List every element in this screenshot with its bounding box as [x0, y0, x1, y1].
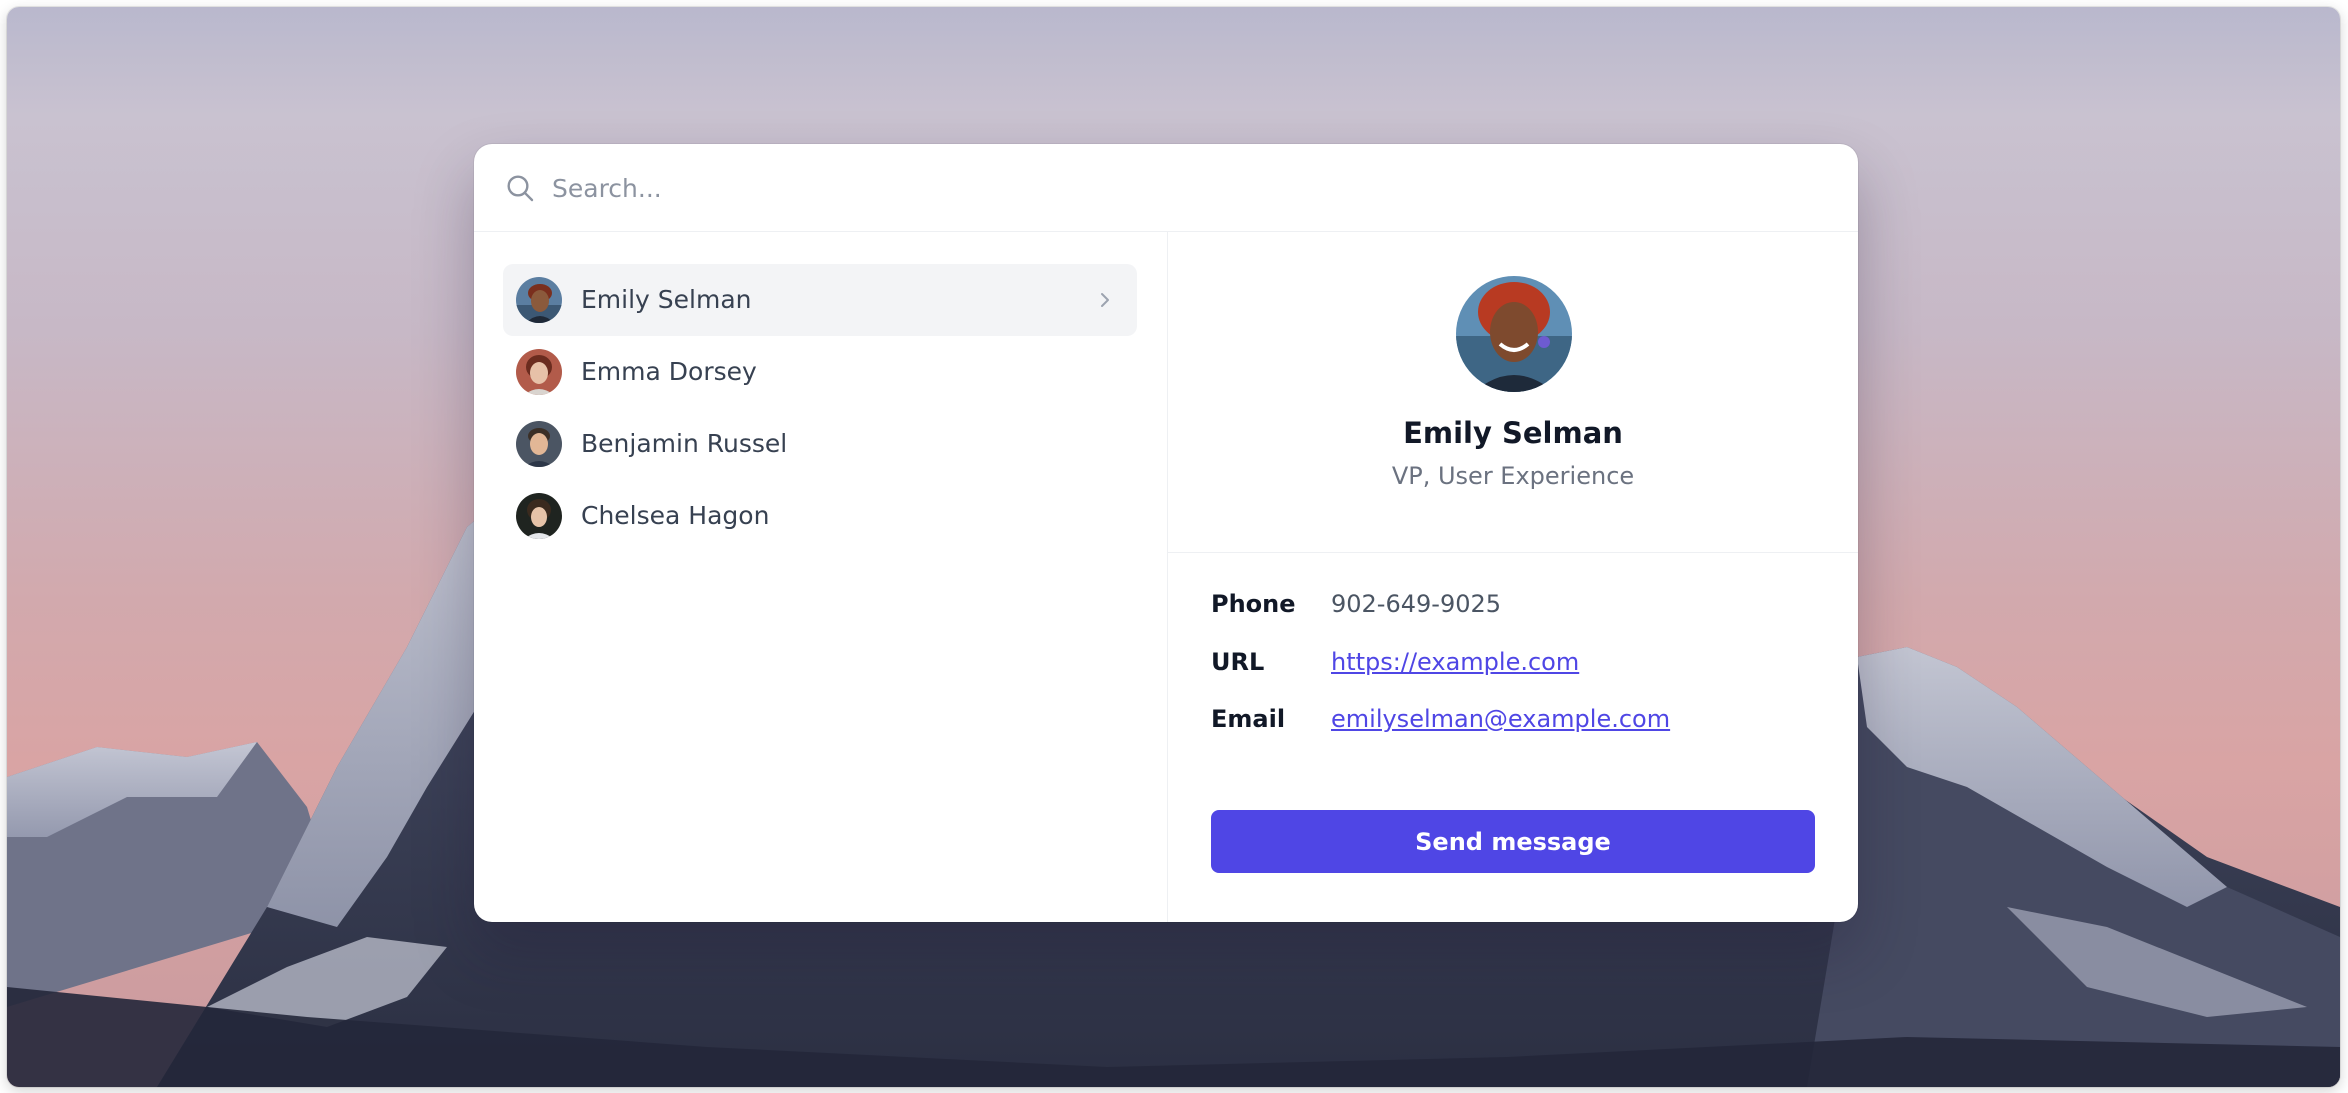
- contact-job-title: VP, User Experience: [1391, 462, 1635, 490]
- search-input[interactable]: [552, 166, 1812, 210]
- people-list: Emily Selman Emma Dorsey Benjamin Russel…: [474, 232, 1167, 922]
- search-bar: [474, 144, 1858, 232]
- section-divider: [1168, 552, 1858, 553]
- url-label: URL: [1211, 648, 1265, 676]
- avatar: [516, 349, 562, 395]
- list-item[interactable]: Chelsea Hagon: [503, 480, 1137, 552]
- avatar: [1456, 276, 1572, 392]
- search-icon: [507, 175, 534, 202]
- url-link[interactable]: https://example.com: [1331, 648, 1579, 676]
- email-link[interactable]: emilyselman@example.com: [1331, 705, 1670, 733]
- phone-label: Phone: [1211, 590, 1296, 618]
- contact-detail: Emily Selman VP, User Experience Phone 9…: [1168, 232, 1858, 922]
- avatar: [516, 493, 562, 539]
- phone-value: 902-649-9025: [1331, 590, 1502, 618]
- list-item[interactable]: Emma Dorsey: [503, 336, 1137, 408]
- avatar: [516, 421, 562, 467]
- list-item-name: Chelsea Hagon: [581, 501, 770, 530]
- list-item-name: Benjamin Russel: [581, 429, 788, 458]
- email-label: Email: [1211, 705, 1286, 733]
- list-item[interactable]: Benjamin Russel: [503, 408, 1137, 480]
- send-message-button[interactable]: Send message: [1211, 810, 1815, 873]
- contact-name: Emily Selman: [1403, 416, 1623, 450]
- chevron-right-icon: [1101, 293, 1109, 307]
- list-item[interactable]: Emily Selman: [503, 264, 1137, 336]
- list-item-name: Emily Selman: [581, 285, 752, 314]
- contact-command-palette: Emily Selman Emma Dorsey: [474, 144, 1858, 922]
- avatar: [516, 277, 562, 323]
- list-item-name: Emma Dorsey: [581, 357, 757, 386]
